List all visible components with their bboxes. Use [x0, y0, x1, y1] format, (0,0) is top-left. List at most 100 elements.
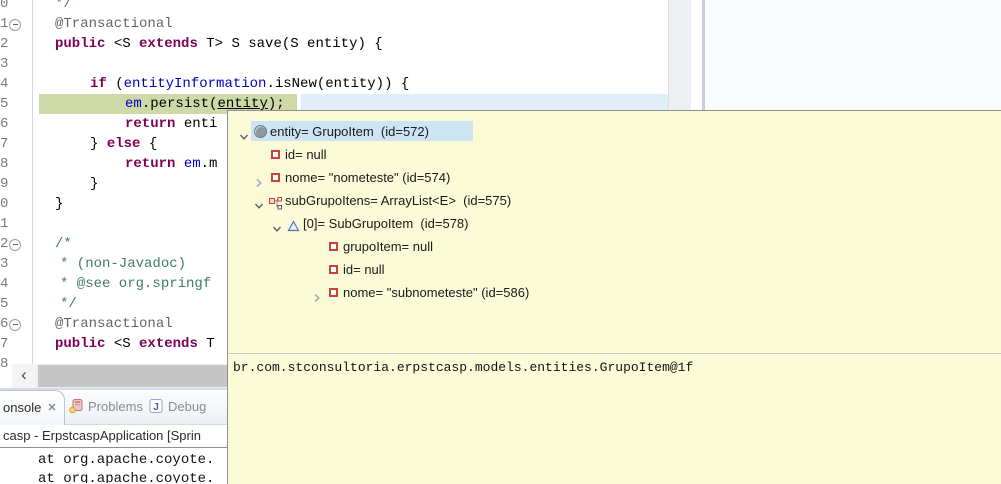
- debug-variable-popup: entity= GrupoItem (id=572) id= null nome= …: [227, 110, 1001, 484]
- line-number: 2: [0, 236, 9, 252]
- tree-row-label: grupoItem= null: [343, 239, 433, 254]
- line-number: 2: [0, 36, 9, 52]
- line-number: 0: [0, 196, 9, 212]
- code-token: .persist(: [141, 96, 218, 112]
- code-token: return: [125, 116, 176, 132]
- tree-row-label: nome= "nometeste" (id=574): [285, 170, 451, 185]
- tree-row-label: entity= GrupoItem (id=572): [270, 124, 429, 139]
- field-icon: [327, 263, 340, 276]
- field-icon: [327, 240, 340, 253]
- line-number: 5: [0, 96, 9, 112]
- scroll-left-button[interactable]: ‹: [12, 364, 36, 388]
- code-line-text: if (entityInformation.isNew(entity)) {: [90, 74, 409, 94]
- code-token: @Transactional: [55, 316, 173, 332]
- chevron-open-icon[interactable]: [254, 195, 264, 209]
- code-token: */: [60, 296, 77, 312]
- fold-collapse-icon[interactable]: [9, 19, 21, 31]
- tab-debug[interactable]: Debug: [168, 390, 206, 424]
- code-line-text: }: [90, 174, 98, 194]
- chevron-open-icon[interactable]: [272, 218, 282, 232]
- private-field-glyph: [271, 173, 280, 182]
- tree-row-label: id= null: [343, 262, 385, 277]
- list-icon: [269, 194, 282, 210]
- code-token: <S: [105, 36, 140, 52]
- code-token: extends: [139, 336, 198, 352]
- tree-row-label: subGrupoItens= ArrayList<E> (id=575): [285, 193, 512, 208]
- line-number: 0: [0, 0, 9, 12]
- code-token: }: [90, 136, 107, 152]
- fold-collapse-icon[interactable]: [9, 239, 21, 251]
- line-number: 4: [0, 276, 9, 292]
- variable-tree-row[interactable]: id= null: [228, 258, 1000, 281]
- variable-glyph: [254, 125, 267, 138]
- close-icon[interactable]: ✕: [45, 401, 59, 415]
- variable-tree-row[interactable]: grupoItem= null: [228, 235, 1000, 258]
- code-token: public: [55, 36, 106, 52]
- code-token: }: [55, 196, 64, 212]
- tab-console[interactable]: onsole ✕: [0, 390, 65, 425]
- line-number: 5: [0, 296, 9, 312]
- code-token: .isNew(entity)) {: [266, 76, 410, 92]
- code-line-text: public <S extends T: [55, 334, 215, 354]
- console-output-line: at org.apache.coyote.: [38, 452, 215, 468]
- variable-tree-row[interactable]: subGrupoItens= ArrayList<E> (id=575): [228, 189, 1000, 212]
- private-field-glyph: [271, 150, 280, 159]
- chevron-open-icon[interactable]: [239, 126, 249, 140]
- tree-row-label: [0]= SubGrupoItem (id=578): [303, 216, 469, 231]
- chevron-left-icon: ‹: [21, 365, 27, 384]
- code-token: T> S save(S entity) {: [197, 36, 383, 52]
- code-token: <S: [105, 336, 140, 352]
- code-token: */: [55, 0, 72, 12]
- code-line-text: @Transactional: [55, 314, 173, 334]
- code-token: * (non-Javadoc): [60, 256, 187, 272]
- minus-glyph: [12, 244, 18, 245]
- line-number: 1: [0, 216, 9, 232]
- tab-label: onsole: [3, 400, 42, 415]
- line-number: 7: [0, 136, 9, 152]
- code-token: }: [90, 176, 99, 192]
- code-line-text: public <S extends T> S save(S entity) {: [55, 34, 383, 54]
- code-line-text: return em.m: [125, 154, 217, 174]
- field-icon: [327, 286, 340, 299]
- line-number: 8: [0, 356, 9, 372]
- console-title-separator: [0, 447, 228, 448]
- minus-glyph: [12, 24, 18, 25]
- field-icon: [269, 148, 282, 161]
- scrollbar-thumb[interactable]: [38, 365, 228, 387]
- line-number: 1: [0, 16, 9, 32]
- line-number: 8: [0, 156, 9, 172]
- variable-tree-row[interactable]: id= null: [228, 143, 1000, 166]
- code-token: em: [125, 96, 142, 112]
- code-token: {: [140, 136, 158, 152]
- code-token: public: [55, 336, 106, 352]
- code-line-text: */: [55, 0, 72, 14]
- variable-tree-row[interactable]: nome= "subnometeste" (id=586): [228, 281, 1000, 304]
- problems-icon: [69, 399, 84, 414]
- line-number: 3: [0, 256, 9, 272]
- code-token: @Transactional: [55, 16, 173, 32]
- variable-tree-row[interactable]: nome= "nometeste" (id=574): [228, 166, 1000, 189]
- tab-problems[interactable]: Problems: [88, 390, 143, 424]
- variable-detail-value: br.com.stconsultoria.erpstcasp.models.en…: [233, 360, 694, 375]
- console-body[interactable]: casp - ErpstcaspApplication [Sprin at or…: [0, 425, 228, 483]
- fold-collapse-icon[interactable]: [9, 319, 21, 331]
- private-field-glyph: [329, 288, 338, 297]
- console-title: casp - ErpstcaspApplication [Sprin: [3, 428, 201, 443]
- line-number: 4: [0, 76, 9, 92]
- line-number: 6: [0, 116, 9, 132]
- console-output-line: at org.apache.coyote.: [38, 471, 215, 483]
- code-token: .m: [200, 156, 218, 172]
- editor-vertical-scrollbar[interactable]: [668, 0, 691, 110]
- code-token: return: [125, 156, 176, 172]
- view-tab-bar: onsole ✕ Problems J Debug: [0, 390, 228, 425]
- code-line-text: @Transactional: [55, 14, 173, 34]
- popup-separator-highlight: [228, 354, 1001, 355]
- horizontal-scrollbar[interactable]: ‹: [12, 364, 228, 388]
- chevron-closed-icon[interactable]: [254, 172, 264, 188]
- private-field-glyph: [329, 242, 338, 251]
- variable-tree-row[interactable]: entity= GrupoItem (id=572): [228, 120, 1000, 143]
- chevron-closed-icon[interactable]: [312, 287, 322, 303]
- variable-tree-row[interactable]: [0]= SubGrupoItem (id=578): [228, 212, 1000, 235]
- code-token: else: [106, 136, 141, 152]
